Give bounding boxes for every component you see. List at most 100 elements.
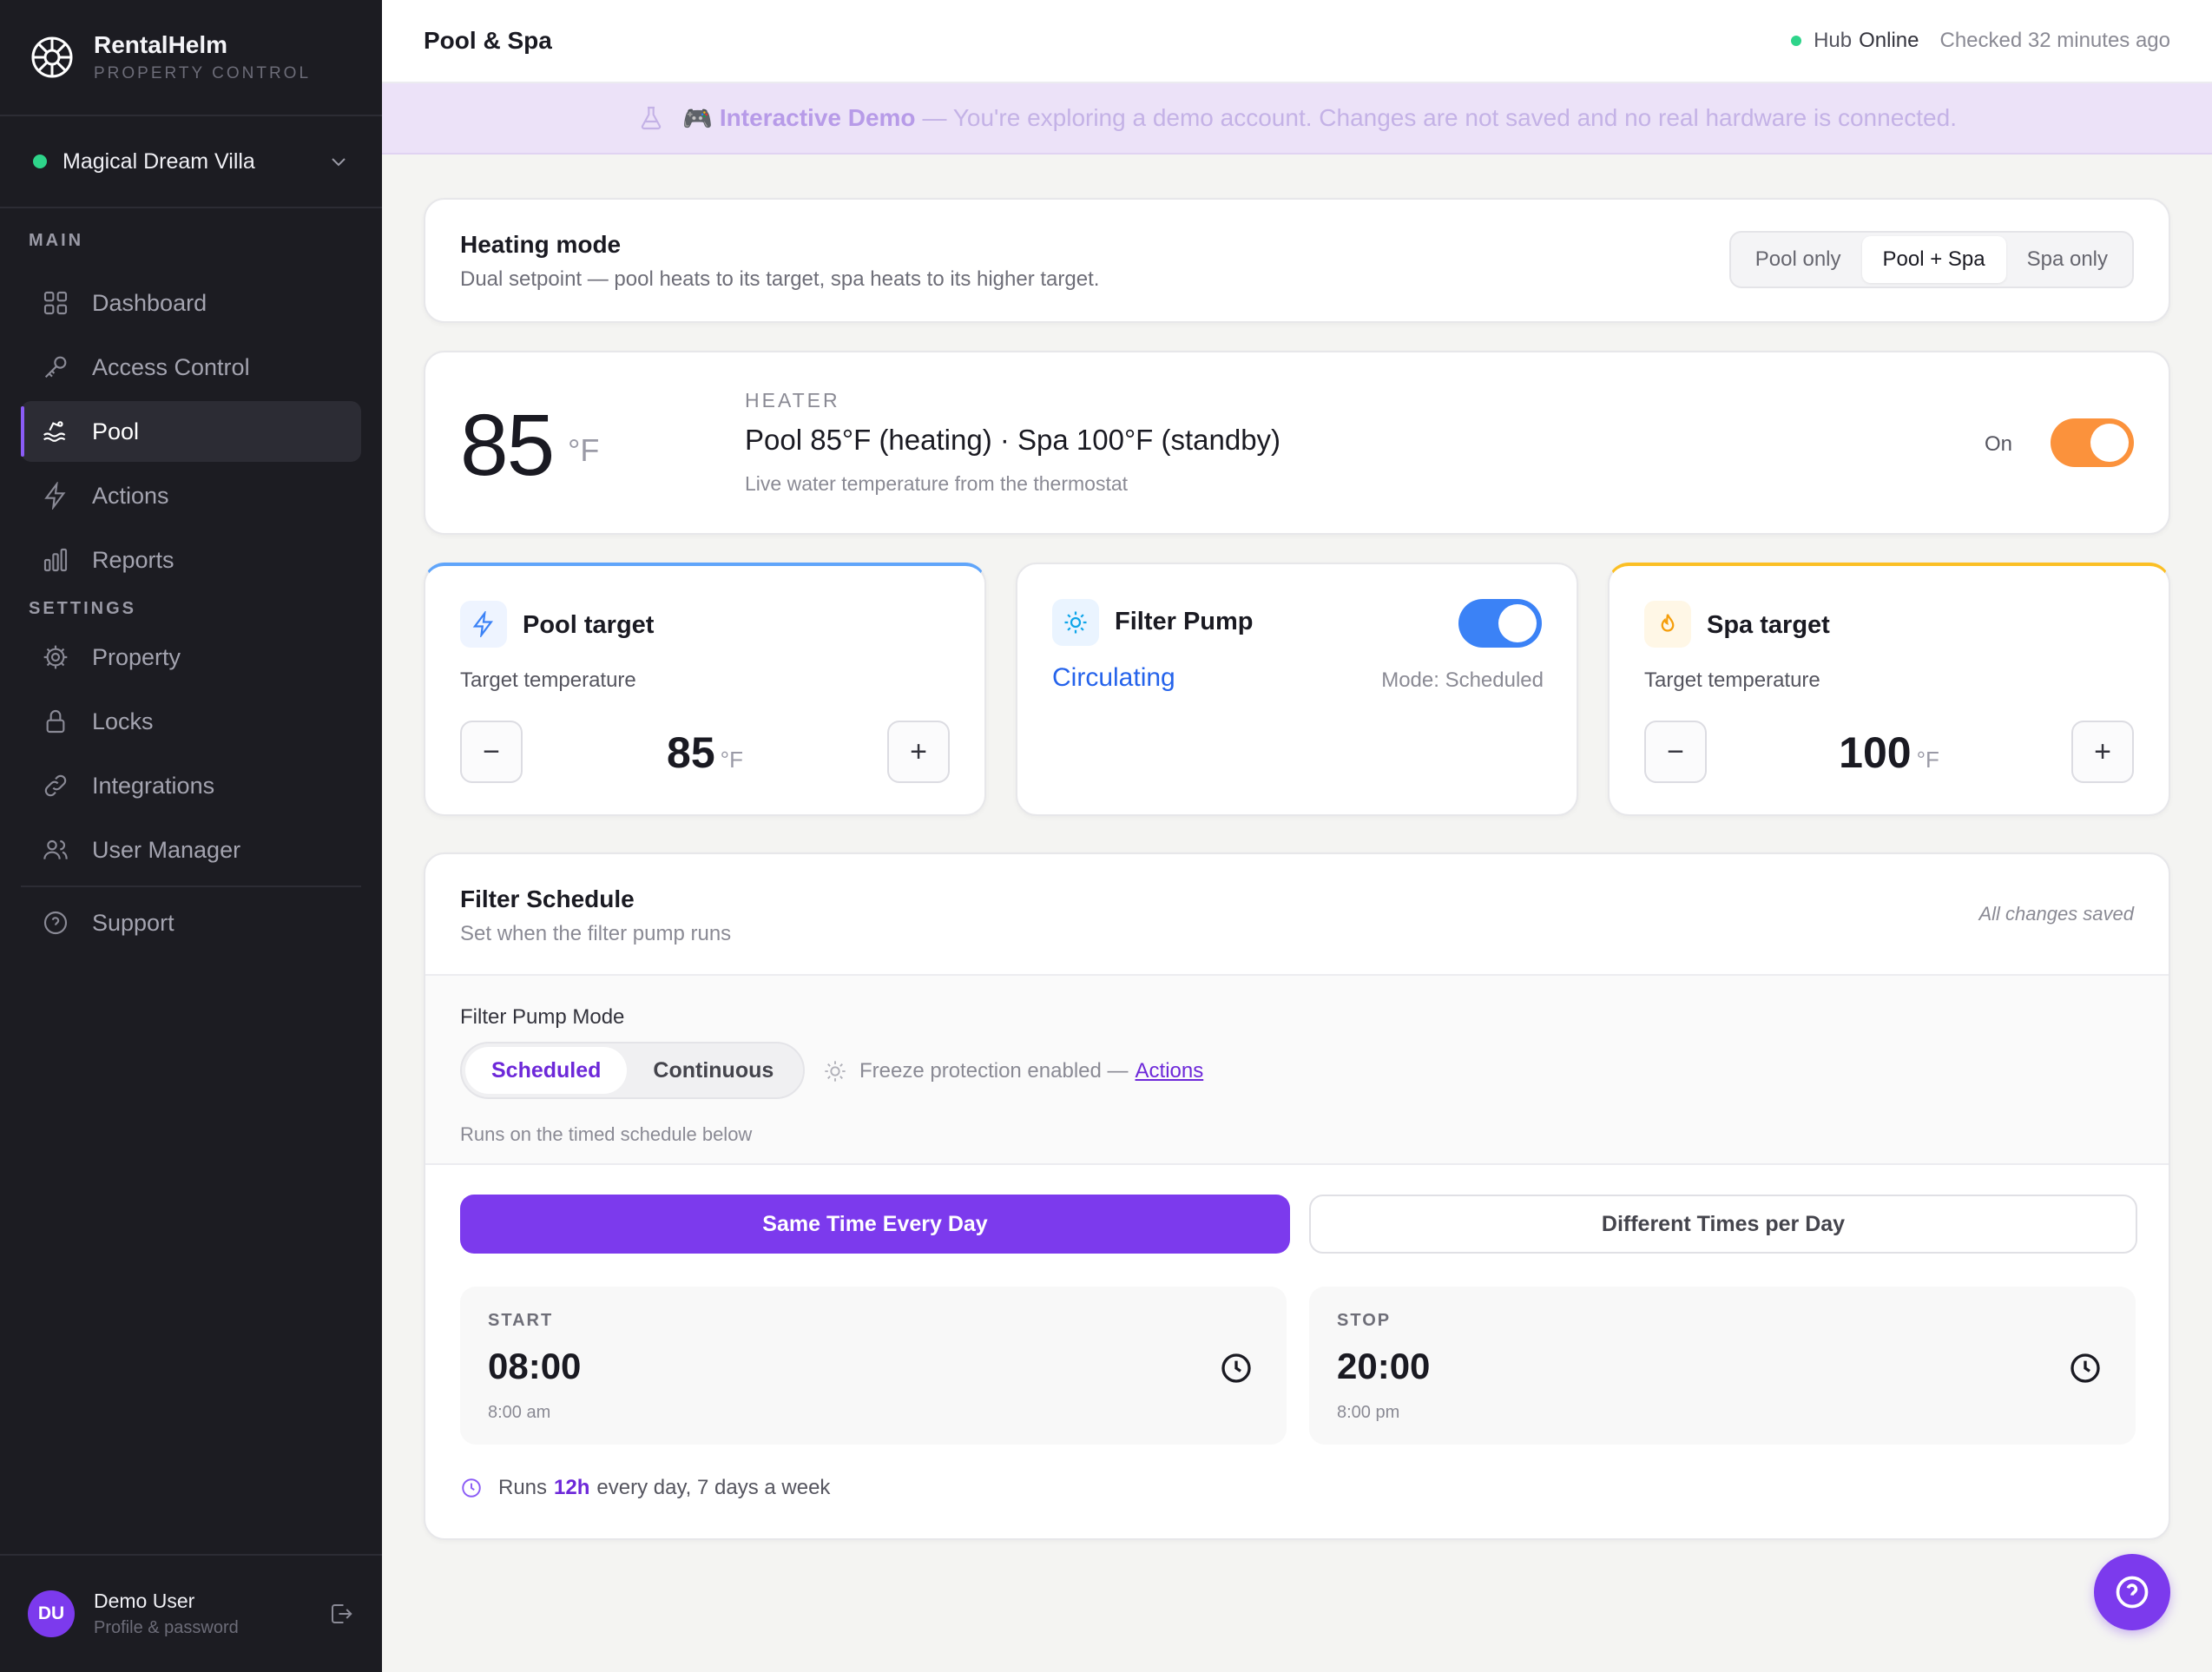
heater-toggle-label: On xyxy=(1984,432,2012,456)
brand: RentalHelm PROPERTY CONTROL xyxy=(0,0,382,116)
stop-time-field[interactable]: STOP 20:00 8:00 pm xyxy=(1309,1287,2136,1445)
sidebar-item-support[interactable]: Support xyxy=(21,892,361,953)
sidebar-item-label: Dashboard xyxy=(92,289,207,316)
lightning-icon xyxy=(44,482,66,510)
flame-icon xyxy=(1661,614,1675,632)
gear-icon xyxy=(43,645,68,669)
sidebar-item-label: Pool xyxy=(92,418,140,444)
key-icon xyxy=(44,356,67,379)
sidebar-item-property[interactable]: Property xyxy=(21,627,361,688)
mode-hint: Runs on the timed schedule below xyxy=(460,1123,753,1145)
filter-pump-toggle[interactable] xyxy=(1458,599,1542,648)
help-circle-icon xyxy=(2116,1576,2149,1609)
sidebar-item-reports[interactable]: Reports xyxy=(21,530,361,590)
lock-icon xyxy=(46,710,65,734)
spa-target-increase-button[interactable]: + xyxy=(2071,721,2134,783)
demo-banner-text: — You're exploring a demo account. Chang… xyxy=(922,104,1957,131)
sidebar-item-locks[interactable]: Locks xyxy=(21,691,361,752)
heater-toggle[interactable] xyxy=(2051,418,2134,467)
start-time-12h: 8:00 am xyxy=(488,1403,551,1422)
runtime-prefix: Runs xyxy=(498,1476,548,1499)
runtime-hours: 12h xyxy=(554,1476,590,1499)
filter-pump-title: Filter Pump xyxy=(1115,608,1254,635)
pool-target-card: Pool target Target temperature 85 °F − + xyxy=(424,563,986,816)
sidebar-item-actions[interactable]: Actions xyxy=(21,465,361,526)
user-profile-link[interactable]: Profile & password xyxy=(94,1618,239,1638)
filter-pump-mode: Mode: Scheduled xyxy=(1381,668,1544,692)
link-icon xyxy=(44,774,67,797)
user-name: Demo User xyxy=(94,1590,195,1612)
flask-icon xyxy=(641,106,662,130)
filter-pump-status: Circulating xyxy=(1052,663,1175,692)
help-circle-icon xyxy=(43,911,68,935)
heating-mode-card: Heating mode Dual setpoint — pool heats … xyxy=(424,198,2170,323)
spa-target-subtitle: Target temperature xyxy=(1644,668,1820,692)
app-name: RentalHelm xyxy=(94,31,228,58)
clock-icon[interactable] xyxy=(2068,1351,2103,1386)
save-status: All changes saved xyxy=(1978,903,2134,925)
pool-target-increase-button[interactable]: + xyxy=(887,721,950,783)
filter-schedule-subtitle: Set when the filter pump runs xyxy=(460,922,732,945)
hub-online-text: Online xyxy=(1859,29,1919,52)
property-status-dot xyxy=(33,155,47,168)
filter-pump-icon-box xyxy=(1052,599,1099,646)
filter-schedule-title: Filter Schedule xyxy=(460,885,635,912)
filter-schedule-card: Filter Schedule Set when the filter pump… xyxy=(424,852,2170,1540)
users-icon xyxy=(43,839,68,859)
logout-icon[interactable] xyxy=(328,1601,354,1627)
pool-target-decrease-button[interactable]: − xyxy=(460,721,523,783)
spa-target-icon-box xyxy=(1644,601,1691,648)
stop-label: STOP xyxy=(1337,1311,1392,1330)
start-time: 08:00 xyxy=(488,1346,582,1386)
lightning-icon xyxy=(472,611,493,637)
same-time-every-day-button[interactable]: Same Time Every Day xyxy=(460,1195,1290,1254)
bar-chart-icon xyxy=(43,548,68,572)
spa-target-decrease-button[interactable]: − xyxy=(1644,721,1707,783)
heating-mode-pool-only[interactable]: Pool only xyxy=(1735,236,1862,283)
heater-label: HEATER xyxy=(745,389,840,411)
toggle-knob xyxy=(1498,604,1537,642)
heating-mode-spa-only[interactable]: Spa only xyxy=(2006,236,2129,283)
clock-icon[interactable] xyxy=(1219,1351,1254,1386)
nav-section-settings: SETTINGS xyxy=(29,599,137,618)
sidebar-item-pool[interactable]: Pool xyxy=(21,401,361,462)
sidebar-item-integrations[interactable]: Integrations xyxy=(21,755,361,816)
water-temperature-unit: °F xyxy=(568,432,600,468)
property-name: Magical Dream Villa xyxy=(63,148,255,174)
mode-continuous-button[interactable]: Continuous xyxy=(627,1047,800,1094)
demo-banner: 🎮 Interactive Demo — You're exploring a … xyxy=(382,83,2212,155)
last-checked: Checked 32 minutes ago xyxy=(1939,29,2171,52)
sidebar-item-label: User Manager xyxy=(92,836,241,863)
heater-status: Pool 85°F (heating) · Spa 100°F (standby… xyxy=(745,424,1281,456)
sun-icon xyxy=(825,1061,846,1082)
sidebar-item-label: Integrations xyxy=(92,772,215,799)
main-content: Pool & Spa Hub Online Checked 32 minutes… xyxy=(382,0,2212,1672)
water-temperature: 85 xyxy=(460,397,555,494)
user-profile[interactable]: DU Demo User Profile & password xyxy=(0,1554,382,1672)
property-selector[interactable]: Magical Dream Villa xyxy=(0,116,382,208)
sidebar-item-access-control[interactable]: Access Control xyxy=(21,337,361,398)
sidebar-item-label: Support xyxy=(92,909,174,936)
waves-icon xyxy=(43,421,66,442)
hub-label: Hub xyxy=(1814,29,1853,52)
spa-target-card: Spa target Target temperature 100 °F − + xyxy=(1608,563,2170,816)
help-button[interactable] xyxy=(2094,1554,2170,1630)
sidebar-item-dashboard[interactable]: Dashboard xyxy=(21,273,361,333)
start-time-field[interactable]: START 08:00 8:00 am xyxy=(460,1287,1287,1445)
pool-target-number: 85 xyxy=(667,728,715,777)
nav-divider xyxy=(21,885,361,887)
sidebar-item-label: Reports xyxy=(92,546,174,573)
heating-mode-selector: Pool only Pool + Spa Spa only xyxy=(1728,231,2134,288)
pool-target-title: Pool target xyxy=(523,611,655,639)
different-times-per-day-button[interactable]: Different Times per Day xyxy=(1309,1195,2137,1254)
mode-scheduled-button[interactable]: Scheduled xyxy=(465,1047,628,1094)
page-title: Pool & Spa xyxy=(424,27,552,54)
game-controller-icon: 🎮 xyxy=(682,104,713,132)
topbar: Pool & Spa Hub Online Checked 32 minutes… xyxy=(382,0,2212,83)
hub-status-dot xyxy=(1791,36,1802,46)
filter-pump-mode-section: Filter Pump Mode Scheduled Continuous Fr… xyxy=(425,974,2169,1165)
sidebar-item-user-manager[interactable]: User Manager xyxy=(21,820,361,880)
heating-mode-description: Dual setpoint — pool heats to its target… xyxy=(460,267,1100,291)
freeze-actions-link[interactable]: Actions xyxy=(1136,1059,1204,1083)
heating-mode-pool-spa[interactable]: Pool + Spa xyxy=(1861,236,2006,283)
